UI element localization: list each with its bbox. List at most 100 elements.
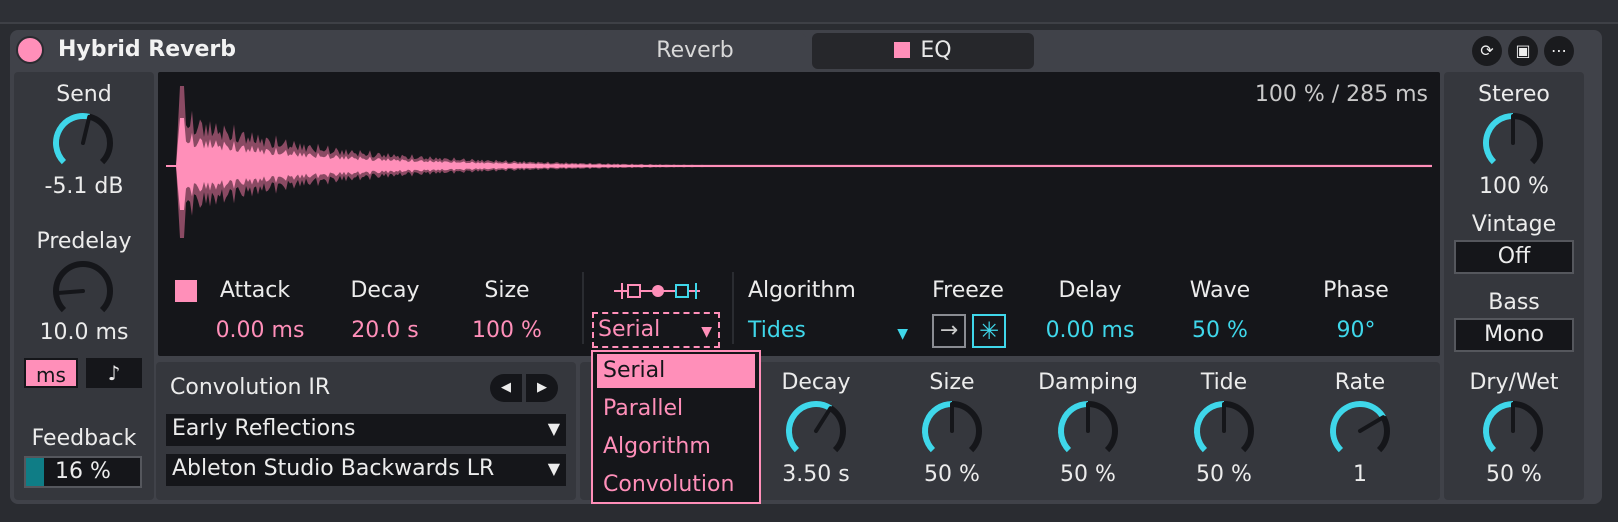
knob-pointer	[81, 114, 92, 145]
algo-rate-value: 1	[1353, 462, 1367, 487]
vintage-label: Vintage	[1471, 212, 1557, 237]
attack-label: Attack	[219, 278, 291, 303]
ir-prev-button[interactable]: ◀	[490, 374, 522, 402]
convolution-ir-label: Convolution IR	[170, 375, 331, 400]
predelay-knob[interactable]	[48, 256, 118, 326]
chevron-down-icon: ▼	[547, 459, 560, 478]
phase-label: Phase	[1323, 278, 1389, 303]
bass-selector[interactable]: Mono	[1454, 318, 1574, 352]
vintage-selector[interactable]: Off	[1454, 240, 1574, 274]
algo-decay-label: Decay	[781, 370, 851, 395]
save-icon[interactable]: ▣	[1508, 36, 1538, 66]
drywet-value: 50 %	[1486, 462, 1542, 487]
size-value[interactable]: 100 %	[452, 318, 562, 344]
convolution-enable-toggle[interactable]	[175, 280, 197, 302]
drywet-knob[interactable]	[1478, 396, 1548, 466]
algorithm-value: Tides	[748, 318, 806, 343]
algo-size-value: 50 %	[924, 462, 980, 487]
bass-label: Bass	[1488, 290, 1540, 315]
send-label: Send	[56, 82, 112, 107]
freeze-label: Freeze	[932, 278, 1004, 303]
algo-damping-label: Damping	[1038, 370, 1138, 395]
ir-readout: 100 % / 285 ms	[1254, 82, 1428, 107]
delay-label: Delay	[1058, 278, 1122, 303]
freeze-toggle[interactable]: ✳	[972, 314, 1006, 348]
knob-value-arc	[1483, 113, 1514, 165]
algo-decay-knob[interactable]	[781, 396, 851, 466]
ir-next-button[interactable]: ▶	[526, 374, 558, 402]
refresh-icon[interactable]: ⟳	[1472, 36, 1502, 66]
knob-value-arc	[922, 401, 953, 453]
stereo-value: 100 %	[1479, 174, 1549, 199]
tab-eq[interactable]: EQ	[812, 33, 1034, 69]
send-knob[interactable]	[48, 108, 118, 178]
wave-label: Wave	[1189, 278, 1251, 303]
knob-value-arc	[1483, 401, 1514, 453]
routing-option-serial[interactable]: Serial	[597, 354, 755, 388]
ir-file-value: Ableton Studio Backwards LR	[172, 456, 495, 481]
wave-value[interactable]: 50 %	[1170, 318, 1270, 344]
send-value: -5.1 dB	[44, 174, 124, 199]
ir-file-dropdown[interactable]: Ableton Studio Backwards LR ▼	[166, 454, 566, 486]
device-title: Hybrid Reverb	[58, 37, 237, 62]
algo-decay-value: 3.50 s	[782, 462, 850, 487]
algorithm-dropdown[interactable]: Tides ▼	[748, 316, 912, 346]
algo-tide-knob[interactable]	[1189, 396, 1259, 466]
routing-option-parallel[interactable]: Parallel	[597, 392, 755, 426]
attack-value[interactable]: 0.00 ms	[200, 318, 320, 344]
freeze-in-toggle[interactable]: →	[932, 314, 966, 348]
algo-rate-knob[interactable]	[1325, 396, 1395, 466]
tab-reverb[interactable]: Reverb	[584, 33, 806, 69]
routing-option-convolution[interactable]: Convolution	[597, 468, 755, 502]
predelay-value: 10.0 ms	[39, 320, 129, 345]
feedback-label: Feedback	[31, 426, 137, 451]
section-divider	[582, 272, 584, 344]
knob-track	[53, 261, 113, 313]
algo-tide-value: 50 %	[1196, 462, 1252, 487]
size-label: Size	[484, 278, 530, 303]
predelay-label: Predelay	[36, 229, 132, 254]
decay-label: Decay	[350, 278, 420, 303]
stereo-label: Stereo	[1478, 82, 1550, 107]
chevron-down-icon: ▼	[897, 326, 908, 342]
decay-value[interactable]: 20.0 s	[330, 318, 440, 344]
knob-value-arc	[1058, 401, 1089, 453]
routing-dropdown-value: Serial	[598, 317, 661, 342]
algorithm-label: Algorithm	[748, 278, 856, 303]
stereo-knob[interactable]	[1478, 108, 1548, 178]
routing-dropdown[interactable]: Serial ▼	[592, 312, 720, 348]
routing-serial-icon	[614, 283, 700, 299]
knob-value-arc	[786, 401, 833, 453]
ir-category-value: Early Reflections	[172, 416, 356, 441]
feedback-value: 16 %	[55, 459, 111, 484]
drywet-label: Dry/Wet	[1469, 370, 1559, 395]
knob-pointer	[1358, 415, 1386, 433]
ir-category-dropdown[interactable]: Early Reflections ▼	[166, 414, 566, 446]
knob-value-arc	[1330, 401, 1386, 453]
more-icon[interactable]: ⋯	[1544, 36, 1574, 66]
section-divider	[732, 272, 734, 344]
chevron-down-icon: ▼	[547, 419, 560, 438]
algo-rate-label: Rate	[1334, 370, 1386, 395]
tab-eq-label: EQ	[920, 38, 952, 63]
algo-size-label: Size	[929, 370, 975, 395]
device-power-toggle[interactable]	[16, 36, 44, 64]
knob-value-arc	[1194, 401, 1225, 453]
routing-menu: Serial Parallel Algorithm Convolution	[591, 350, 761, 504]
predelay-sync-toggle[interactable]: ♪	[86, 358, 142, 388]
routing-option-algorithm[interactable]: Algorithm	[597, 430, 755, 464]
algo-damping-knob[interactable]	[1053, 396, 1123, 466]
delay-value[interactable]: 0.00 ms	[1030, 318, 1150, 344]
phase-value[interactable]: 90°	[1306, 318, 1406, 344]
predelay-ms-toggle[interactable]: ms	[24, 358, 78, 388]
algo-damping-value: 50 %	[1060, 462, 1116, 487]
knob-pointer	[54, 289, 85, 296]
feedback-slider[interactable]: 16 %	[24, 456, 142, 488]
host-top-bar	[0, 0, 1618, 24]
knob-pointer	[814, 406, 833, 433]
chevron-down-icon: ▼	[701, 324, 712, 340]
algo-tide-label: Tide	[1200, 370, 1248, 395]
eq-enable-square[interactable]	[894, 42, 911, 58]
algo-size-knob[interactable]	[917, 396, 987, 466]
waveform-body	[166, 118, 1432, 210]
